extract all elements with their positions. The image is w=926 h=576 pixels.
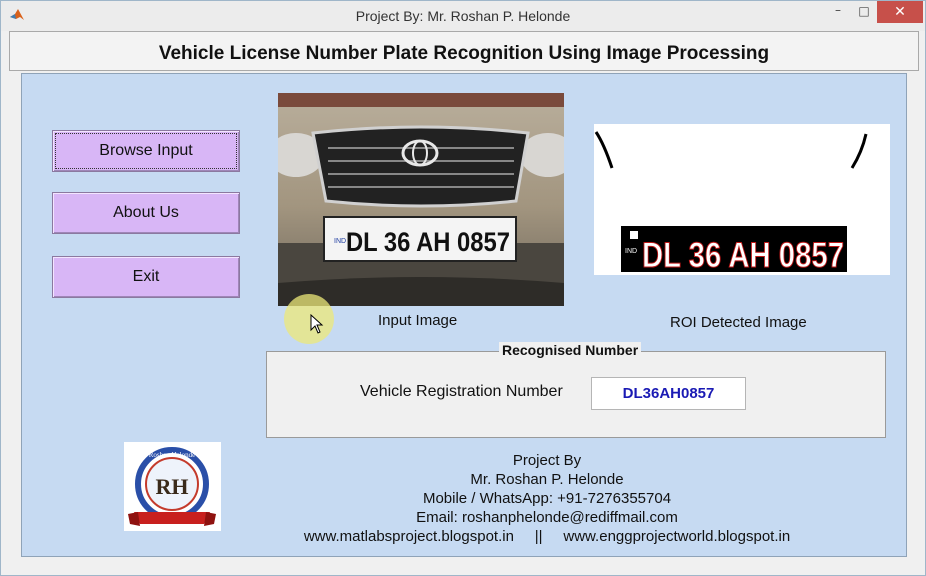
roi-country: IND <box>625 248 637 255</box>
recognised-number-legend: Recognised Number <box>499 342 642 358</box>
registration-number-label: Vehicle Registration Number <box>360 383 563 400</box>
title-bar[interactable]: Project By: Mr. Roshan P. Helonde – □ ✕ <box>1 1 925 31</box>
close-button[interactable]: ✕ <box>877 1 923 23</box>
author-logo: Roshan Helonde RH <box>124 442 221 531</box>
plate-country: IND <box>334 238 346 245</box>
input-image-caption: Input Image <box>378 312 458 329</box>
header-panel: Vehicle License Number Plate Recognition… <box>9 31 919 71</box>
main-panel: Browse Input About Us Exit IND DL 36 AH … <box>21 73 907 557</box>
app-window: Project By: Mr. Roshan P. Helonde – □ ✕ … <box>0 0 926 576</box>
credits-line-3: Mobile / WhatsApp: +91-7276355704 <box>422 490 672 507</box>
credits-line-4: Email: roshanphelonde@rediffmail.com <box>416 509 678 526</box>
exit-button[interactable]: Exit <box>52 256 240 298</box>
mouse-pointer-icon <box>310 314 324 334</box>
logo-top-text: Roshan Helonde <box>149 451 195 459</box>
registration-number-field[interactable]: DL36AH0857 <box>591 377 746 410</box>
maximize-button[interactable]: □ <box>851 1 877 23</box>
credits-line-2: Mr. Roshan P. Helonde <box>470 471 624 488</box>
plate-text: DL 36 AH 0857 <box>346 227 510 257</box>
figure-client-area: Vehicle License Number Plate Recognition… <box>9 31 919 569</box>
credits-line-1: Project By <box>512 452 582 469</box>
roi-plate-text: DL 36 AH 0857 <box>642 236 844 275</box>
about-us-button[interactable]: About Us <box>52 192 240 234</box>
credits-block: Project By Mr. Roshan P. Helonde Mobile … <box>262 451 832 546</box>
recognised-number-panel: Recognised Number Vehicle Registration N… <box>266 342 886 438</box>
credits-line-5: www.matlabsproject.blogspot.in || www.en… <box>303 528 791 545</box>
input-image: IND DL 36 AH 0857 <box>278 93 564 306</box>
page-title: Vehicle License Number Plate Recognition… <box>158 43 770 64</box>
logo-initials: RH <box>156 474 189 499</box>
window-title: Project By: Mr. Roshan P. Helonde <box>355 8 571 24</box>
roi-image-caption: ROI Detected Image <box>670 314 807 331</box>
roi-detected-image: IND DL 36 AH 0857 <box>594 124 890 275</box>
browse-input-button[interactable]: Browse Input <box>52 130 240 172</box>
cursor-highlight <box>284 294 334 344</box>
minimize-button[interactable]: – <box>825 1 851 23</box>
